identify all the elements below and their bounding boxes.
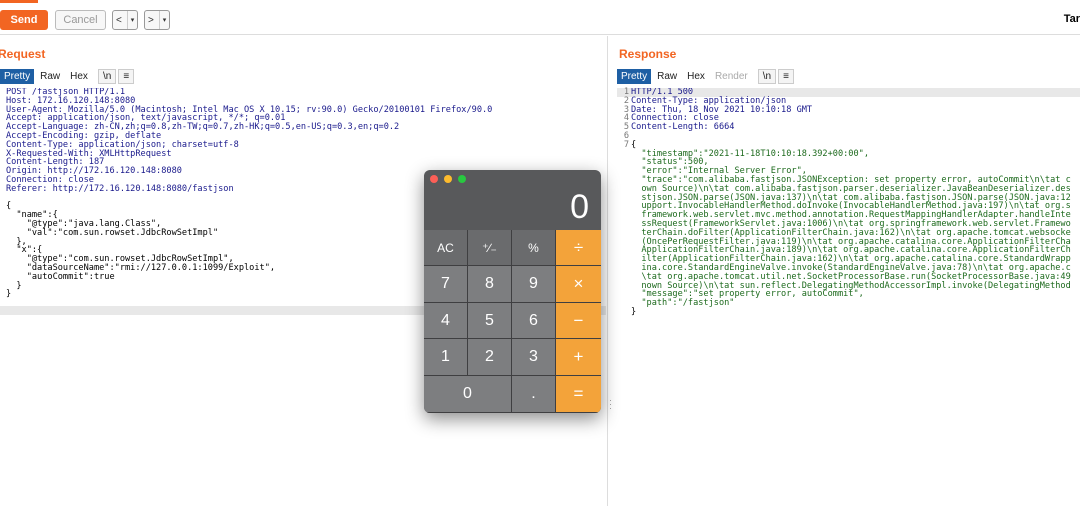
response-title: Response — [619, 47, 677, 61]
calc-key[interactable]: 2 — [468, 339, 512, 376]
top-tab-strip — [0, 0, 1080, 4]
request-tab-raw[interactable]: Raw — [36, 69, 64, 84]
calc-key[interactable]: % — [512, 230, 556, 266]
back-button[interactable]: < ▾ — [112, 10, 138, 30]
calc-key[interactable]: 4 — [424, 303, 468, 339]
response-newline-toggle[interactable]: \n — [757, 68, 777, 84]
request-newline-toggle[interactable]: \n — [97, 68, 117, 84]
response-line: "path":"/fastjson" — [631, 298, 735, 309]
target-label[interactable]: Tar — [1064, 13, 1080, 25]
response-tab-pretty[interactable]: Pretty — [617, 68, 652, 84]
toolbar: Send Cancel < ▾ > ▾ Tar — [0, 5, 1080, 35]
request-title: Request — [0, 47, 46, 61]
request-tab-hex[interactable]: Hex — [66, 69, 92, 84]
calc-key[interactable]: 0 — [424, 376, 512, 413]
calc-key[interactable]: 5 — [468, 303, 512, 339]
zoom-window-icon[interactable] — [458, 175, 466, 183]
divider-grip-icon[interactable]: · · · — [609, 396, 612, 413]
response-tab-raw[interactable]: Raw — [653, 69, 681, 84]
response-line-numbers: 1234567 — [617, 88, 629, 150]
minimize-window-icon[interactable] — [444, 175, 452, 183]
forward-dropdown-icon[interactable]: ▾ — [159, 11, 169, 29]
calc-key[interactable]: ÷ — [556, 230, 601, 266]
calculator-window[interactable]: 0 AC ⁺∕₋% ÷ 7 8 9 × 4 5 6− 1 2 3 +0. = — [424, 170, 601, 413]
forward-button[interactable]: > ▾ — [144, 10, 170, 30]
calc-key[interactable]: + — [556, 339, 601, 376]
calculator-titlebar[interactable] — [424, 170, 601, 188]
response-tab-hex[interactable]: Hex — [683, 69, 709, 84]
line-number: 7 — [623, 139, 629, 150]
calc-key[interactable]: 9 — [512, 266, 556, 303]
cancel-button[interactable]: Cancel — [55, 10, 106, 30]
response-line: } — [631, 306, 637, 317]
pane-divider[interactable]: · · · — [607, 36, 613, 506]
calc-key[interactable]: 8 — [468, 266, 512, 303]
calc-key[interactable]: 1 — [424, 339, 468, 376]
calc-key[interactable]: AC — [424, 230, 468, 266]
calculator-keypad: AC ⁺∕₋% ÷ 7 8 9 × 4 5 6− 1 2 3 +0. = — [424, 230, 601, 413]
response-editor[interactable]: HTTP/1.1 500 Content-Type: application/js… — [631, 88, 1080, 508]
calculator-display: 0 — [570, 188, 589, 226]
request-view-tabs: Pretty Raw Hex \n ≡ — [0, 68, 136, 84]
request-tab-pretty[interactable]: Pretty — [0, 68, 35, 84]
calc-key[interactable]: 3 — [512, 339, 556, 376]
calc-key[interactable]: − — [556, 303, 601, 339]
response-menu-icon[interactable]: ≡ — [778, 68, 795, 84]
request-menu-icon[interactable]: ≡ — [118, 68, 135, 84]
close-window-icon[interactable] — [430, 175, 438, 183]
calc-key[interactable]: 6 — [512, 303, 556, 339]
response-line — [631, 132, 1080, 141]
response-view-tabs: Pretty Raw Hex Render \n ≡ — [617, 68, 796, 84]
forward-arrow-icon: > — [148, 14, 154, 26]
calc-key[interactable]: ⁺∕₋ — [468, 230, 512, 266]
back-arrow-icon: < — [116, 14, 122, 26]
response-tab-render[interactable]: Render — [711, 69, 752, 84]
back-dropdown-icon[interactable]: ▾ — [127, 11, 137, 29]
calc-key[interactable]: = — [556, 376, 601, 413]
response-line: Content-Length: 6664 — [631, 122, 735, 133]
calc-key[interactable]: . — [512, 376, 556, 413]
send-button[interactable]: Send — [0, 10, 48, 30]
active-tab-underline — [0, 0, 38, 3]
calc-key[interactable]: × — [556, 266, 601, 303]
calc-key[interactable]: 7 — [424, 266, 468, 303]
